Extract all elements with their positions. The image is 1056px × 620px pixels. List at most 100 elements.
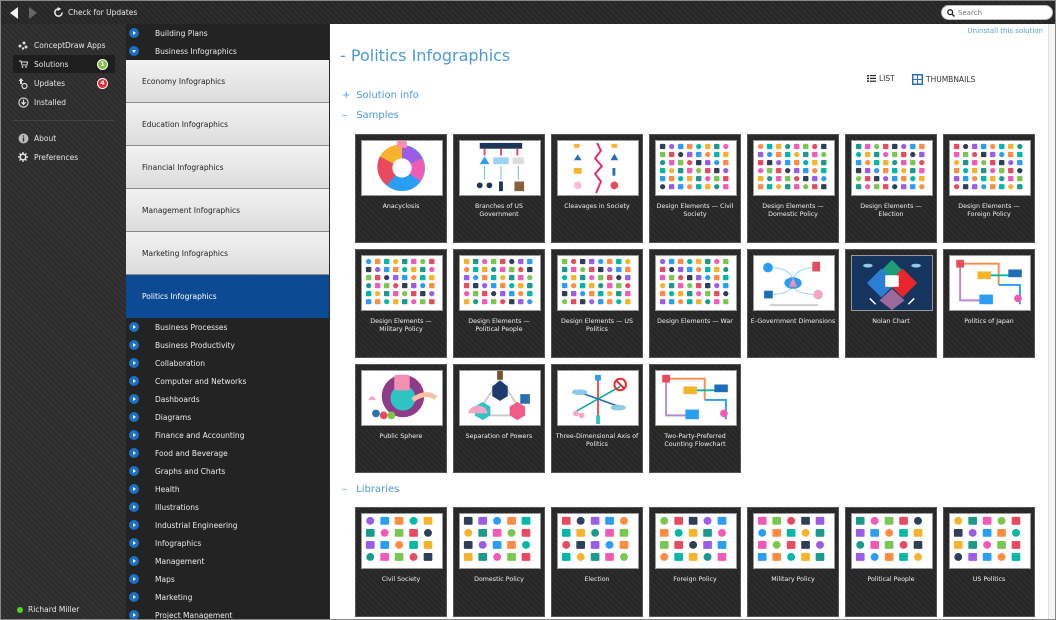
category-item[interactable]: Illustrations <box>126 498 329 516</box>
forward-button[interactable] <box>25 5 41 21</box>
library-thumbnail <box>459 513 541 569</box>
category-building-plans[interactable]: Building Plans <box>126 24 329 42</box>
list-view-button[interactable]: LIST <box>867 74 895 83</box>
library-card[interactable]: Military Policy <box>747 507 839 617</box>
sample-card[interactable]: Public Sphere <box>355 364 447 473</box>
title-collapse-sign[interactable]: - <box>340 46 346 65</box>
category-item[interactable]: Diagrams <box>126 408 329 426</box>
library-card[interactable]: Political People <box>845 507 937 617</box>
expand-icon <box>129 466 139 476</box>
user-account[interactable]: Richard Miller <box>17 605 79 614</box>
sample-card[interactable]: Three-Dimensional Axis of Politics <box>551 364 643 473</box>
category-item[interactable]: Infographics <box>126 534 329 552</box>
libraries-section-toggle[interactable]: – Libraries <box>342 484 399 495</box>
sample-card[interactable]: Separation of Powers <box>453 364 545 473</box>
samples-section-toggle[interactable]: – Samples <box>342 110 399 121</box>
uninstall-solution-link[interactable]: Uninstall this solution <box>968 27 1043 35</box>
sample-card[interactable]: Design Elements — Military Policy <box>355 249 447 358</box>
forward-arrow-icon <box>29 6 37 19</box>
sample-card[interactable]: Branches of US Government <box>453 134 545 243</box>
expand-icon <box>129 538 139 548</box>
expand-icon <box>129 340 139 350</box>
category-item[interactable]: Business Processes <box>126 318 329 336</box>
category-item[interactable]: Management <box>126 552 329 570</box>
solutions-count-badge: 1 <box>97 58 108 70</box>
sample-card[interactable]: Cleavages in Society <box>551 134 643 243</box>
library-card[interactable]: Foreign Policy <box>649 507 741 617</box>
category-label: Health <box>155 484 180 494</box>
sidebar-item-preferences[interactable]: Preferences <box>13 148 115 166</box>
category-item[interactable]: Computer and Networks <box>126 372 329 390</box>
check-for-updates-button[interactable]: Check for Updates <box>53 7 137 18</box>
sample-card[interactable]: Design Elements — Political People <box>453 249 545 358</box>
category-item[interactable]: Business Productivity <box>126 336 329 354</box>
category-item[interactable]: Collaboration <box>126 354 329 372</box>
sample-thumbnail <box>655 370 737 426</box>
solution-info-section-toggle[interactable]: + Solution info <box>342 90 419 101</box>
category-label: Maps <box>155 574 175 584</box>
sidebar-item-conceptdraw-apps[interactable]: ConceptDraw Apps <box>13 36 115 54</box>
sample-card[interactable]: E-Government Dimensions <box>747 249 839 358</box>
sample-card[interactable]: Two-Party-Preferred Counting Flowchart <box>649 364 741 473</box>
sample-card[interactable]: Design Elements — Civil Society <box>649 134 741 243</box>
subcategory-item[interactable]: Management Infographics <box>126 189 329 232</box>
library-card[interactable]: Election <box>551 507 643 617</box>
section-label: Samples <box>356 110 399 121</box>
list-icon <box>867 75 876 82</box>
sample-card[interactable]: Politics of Japan <box>943 249 1035 358</box>
sidebar-item-updates[interactable]: Updates 4 <box>13 74 115 92</box>
sample-card[interactable]: Design Elements — Foreign Policy <box>943 134 1035 243</box>
sidebar-item-installed[interactable]: Installed <box>13 93 115 111</box>
sample-card[interactable]: Design Elements — Domestic Policy <box>747 134 839 243</box>
sample-thumbnail <box>655 140 737 196</box>
library-card[interactable]: US Politics <box>943 507 1035 617</box>
category-item[interactable]: Food and Beverage <box>126 444 329 462</box>
category-item[interactable]: Finance and Accounting <box>126 426 329 444</box>
vertical-scrollbar[interactable] <box>1048 24 1055 619</box>
category-item[interactable]: Graphs and Charts <box>126 462 329 480</box>
category-label: Computer and Networks <box>155 376 247 386</box>
thumbnails-view-button[interactable]: THUMBNAILS <box>912 74 975 85</box>
page-title: - Politics Infographics <box>340 46 510 65</box>
subcategory-item[interactable]: Education Infographics <box>126 103 329 146</box>
category-item[interactable]: Industrial Engineering <box>126 516 329 534</box>
sample-card[interactable]: Anacyclosis <box>355 134 447 243</box>
page-title-text: Politics Infographics <box>350 46 511 65</box>
category-label: Finance and Accounting <box>155 430 245 440</box>
library-card[interactable]: Civil Society <box>355 507 447 617</box>
sample-thumbnail <box>949 140 1031 196</box>
subcategory-item[interactable]: Economy Infographics <box>126 60 329 103</box>
sample-card[interactable]: Design Elements — War <box>649 249 741 358</box>
search-box[interactable] <box>941 5 1053 20</box>
gear-icon <box>16 152 30 162</box>
solution-detail-panel: Uninstall this solution - Politics Infog… <box>330 24 1055 619</box>
thumbnails-view-label: THUMBNAILS <box>926 75 976 84</box>
category-business-infographics[interactable]: Business Infographics <box>126 42 329 60</box>
sidebar-item-about[interactable]: About <box>13 129 115 147</box>
expand-icon <box>129 592 139 602</box>
category-item[interactable]: Dashboards <box>126 390 329 408</box>
sample-card[interactable]: Nolan Chart <box>845 249 937 358</box>
sample-card[interactable]: Design Elements — US Politics <box>551 249 643 358</box>
app-window: Check for Updates ConceptDraw Apps Solut… <box>0 0 1056 620</box>
sample-thumbnail <box>851 140 933 196</box>
subcategory-item[interactable]: Marketing Infographics <box>126 232 329 275</box>
library-thumbnail <box>851 513 933 569</box>
category-item[interactable]: Marketing <box>126 588 329 606</box>
subcategory-item[interactable]: Financial Infographics <box>126 146 329 189</box>
sample-thumbnail <box>851 255 933 311</box>
subcategory-label: Management Infographics <box>142 205 241 215</box>
subcategory-item[interactable]: Politics Infographics <box>126 275 329 318</box>
sample-card[interactable]: Design Elements — Election <box>845 134 937 243</box>
library-card[interactable]: Domestic Policy <box>453 507 545 617</box>
library-label: Civil Society <box>381 576 421 583</box>
sample-thumbnail <box>753 140 835 196</box>
sidebar-item-solutions[interactable]: Solutions 1 <box>13 55 115 73</box>
category-label: Business Processes <box>155 322 228 332</box>
category-item[interactable]: Maps <box>126 570 329 588</box>
search-input[interactable] <box>958 8 1048 17</box>
category-item[interactable]: Health <box>126 480 329 498</box>
back-button[interactable] <box>6 5 22 21</box>
category-item[interactable]: Project Management <box>126 606 329 619</box>
updates-icon <box>16 77 30 89</box>
